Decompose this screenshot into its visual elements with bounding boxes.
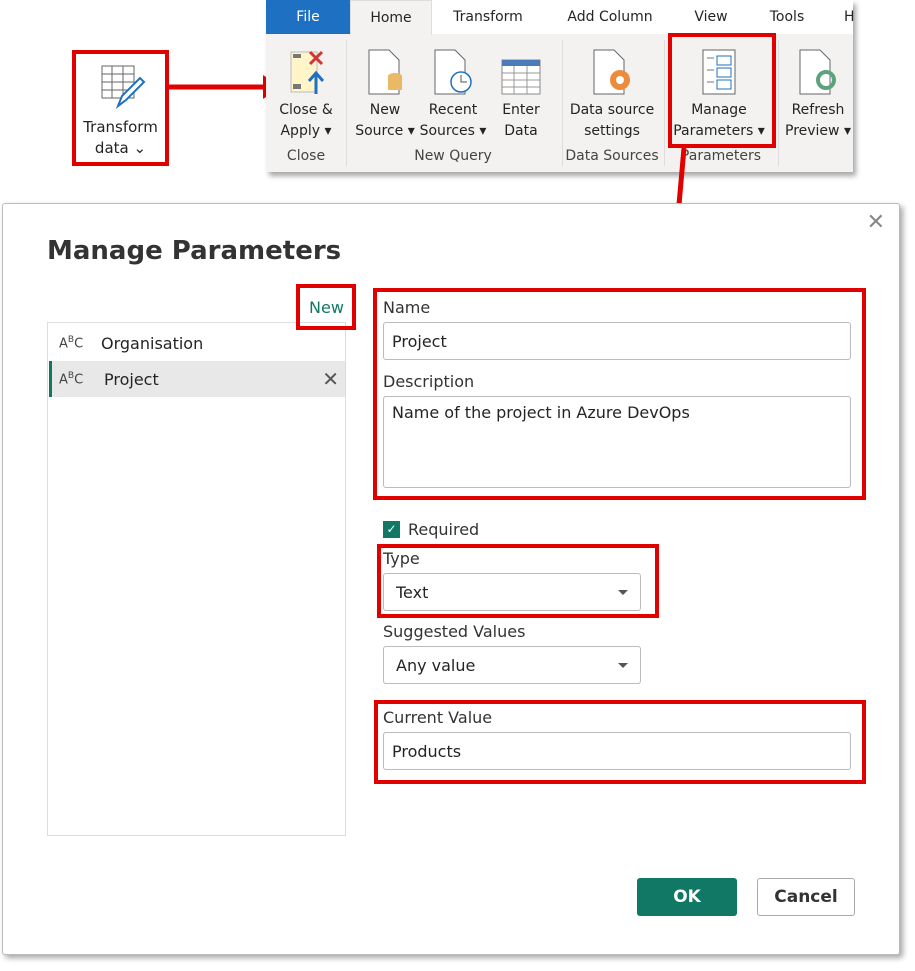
group-new-query: New Query xyxy=(414,148,492,164)
gear-document-icon xyxy=(593,49,630,95)
chevron-down-icon xyxy=(618,662,628,668)
close-apply-icon xyxy=(290,50,325,94)
transform-data-button[interactable]: Transform data ⌄ xyxy=(76,54,165,162)
cancel-button[interactable]: Cancel xyxy=(757,878,855,916)
enter-data-button[interactable]: Enter Data xyxy=(492,44,550,142)
close-icon[interactable]: ✕ xyxy=(867,210,885,235)
new-link-highlight xyxy=(296,284,356,330)
table-edit-icon xyxy=(101,65,145,109)
tab-add-column[interactable]: Add Column xyxy=(556,0,664,34)
new-source-button[interactable]: New Source ▾ xyxy=(352,44,418,142)
new-source-icon xyxy=(368,49,402,95)
data-source-settings-button[interactable]: Data source settings xyxy=(566,44,658,142)
group-data-sources: Data Sources xyxy=(565,148,659,164)
close-apply-button[interactable]: Close & Apply ▾ xyxy=(272,44,340,142)
parameter-item-organisation[interactable]: ABC Organisation xyxy=(49,325,345,361)
refresh-icon xyxy=(799,49,836,95)
ok-button[interactable]: OK xyxy=(637,878,737,916)
required-checkbox[interactable]: ✓ Required xyxy=(383,520,479,539)
delete-icon[interactable]: ✕ xyxy=(322,367,345,391)
checkmark-icon: ✓ xyxy=(383,521,400,538)
type-highlight xyxy=(377,544,659,618)
dialog-title: Manage Parameters xyxy=(47,236,342,266)
manage-parameters-highlight xyxy=(668,33,776,148)
suggested-values-label: Suggested Values xyxy=(383,622,526,641)
parameter-list: ABC Organisation ABC Project ✕ xyxy=(47,322,346,836)
table-icon xyxy=(501,59,541,95)
tab-file[interactable]: File xyxy=(266,0,350,34)
tab-view[interactable]: View xyxy=(686,0,736,34)
refresh-preview-button[interactable]: Refresh Preview ▾ xyxy=(782,44,854,142)
tab-home[interactable]: Home xyxy=(350,0,432,35)
current-value-highlight xyxy=(374,700,866,784)
tab-help[interactable]: H xyxy=(844,0,854,34)
group-close: Close xyxy=(286,148,326,164)
recent-sources-icon xyxy=(434,49,472,95)
suggested-values-select[interactable]: Any value xyxy=(383,646,641,684)
name-description-highlight xyxy=(373,288,866,500)
tab-transform[interactable]: Transform xyxy=(442,0,534,34)
text-type-icon: ABC xyxy=(59,370,84,388)
tab-tools[interactable]: Tools xyxy=(762,0,812,34)
recent-sources-button[interactable]: Recent Sources ▾ xyxy=(418,44,488,142)
text-type-icon: ABC xyxy=(59,334,84,352)
parameter-item-project[interactable]: ABC Project ✕ xyxy=(49,361,345,397)
